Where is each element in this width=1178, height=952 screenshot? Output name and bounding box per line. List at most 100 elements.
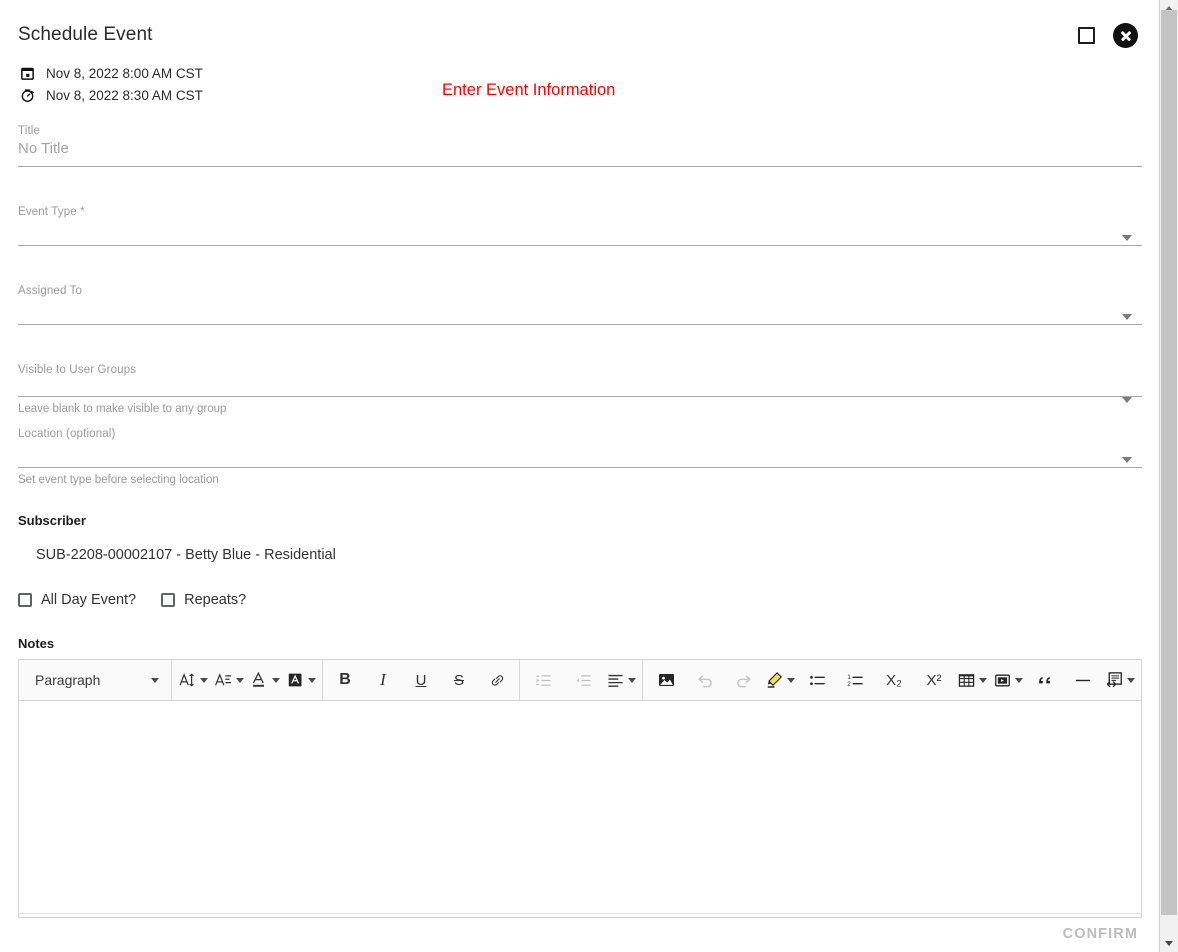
toolbar-divider: [171, 659, 172, 701]
event-datetime-block: Nov 8, 2022 8:00 AM CST Nov 8, 2022 8:30…: [18, 62, 203, 106]
italic-icon[interactable]: I: [364, 665, 402, 695]
chevron-down-icon[interactable]: [1122, 457, 1132, 463]
assigned-to-select[interactable]: [18, 298, 1142, 324]
visible-groups-helper: Leave blank to make visible to any group: [18, 403, 227, 415]
blockquote-icon[interactable]: [1026, 665, 1064, 695]
square-icon[interactable]: [1078, 27, 1095, 44]
chevron-down-icon: [151, 677, 159, 683]
subscript-icon[interactable]: X₂: [874, 665, 914, 695]
page-scrollbar[interactable]: [1159, 0, 1178, 952]
link-icon[interactable]: [478, 665, 516, 695]
bold-icon[interactable]: B: [326, 665, 364, 695]
svg-text:2: 2: [847, 681, 851, 687]
text-color-icon[interactable]: [247, 665, 283, 695]
visible-groups-select[interactable]: [18, 377, 1142, 396]
field-event-type-underline: [18, 245, 1142, 246]
chevron-down-icon: [1127, 677, 1135, 683]
chevron-down-icon: [308, 677, 316, 683]
field-location-label: Location (optional): [18, 428, 116, 440]
font-family-icon[interactable]: [211, 665, 247, 695]
notes-heading: Notes: [18, 636, 55, 651]
subscriber-value: SUB-2208-00002107 - Betty Blue - Residen…: [36, 547, 336, 563]
repeats-label: Repeats?: [184, 592, 247, 608]
field-assigned-to[interactable]: Assigned To: [18, 284, 1142, 325]
event-form: Title No Title Event Type * Assigned To …: [0, 118, 1160, 918]
footer-divider: [18, 913, 1142, 914]
align-icon[interactable]: [603, 665, 639, 695]
field-location[interactable]: Location (optional): [18, 427, 1142, 468]
schedule-event-dialog: Schedule Event Nov 8, 2022 8:00 AM CST N…: [0, 0, 1160, 952]
strikethrough-icon[interactable]: S: [440, 665, 478, 695]
indent-icon[interactable]: [523, 665, 563, 695]
paragraph-style-label: Paragraph: [35, 672, 101, 688]
chevron-down-icon: [787, 677, 795, 683]
paragraph-style-select[interactable]: Paragraph: [24, 665, 168, 695]
field-title-underline: [18, 166, 1142, 167]
calendar-icon: [18, 64, 36, 82]
chevron-down-icon: [628, 677, 636, 683]
chevron-down-icon: [200, 677, 208, 683]
header-actions: [1078, 23, 1138, 48]
outdent-icon[interactable]: [563, 665, 603, 695]
field-visible-groups[interactable]: Visible to User Groups: [18, 363, 1142, 403]
redo-icon[interactable]: [724, 665, 762, 695]
scrollbar-down-arrow[interactable]: [1160, 935, 1178, 952]
chevron-down-icon: [236, 677, 244, 683]
underline-icon[interactable]: U: [402, 665, 440, 695]
table-icon[interactable]: [954, 665, 990, 695]
notes-rich-text-editor: Paragraph B I U S 1 2 X₂ X²: [18, 659, 1142, 918]
background-color-icon[interactable]: [283, 665, 319, 695]
all-day-event-checkbox[interactable]: [18, 593, 32, 607]
numbered-list-icon[interactable]: 1 2: [836, 665, 874, 695]
editor-toolbar: Paragraph B I U S 1 2 X₂ X²: [19, 659, 1141, 701]
field-event-type[interactable]: Event Type *: [18, 205, 1142, 246]
dialog-header: Schedule Event: [0, 0, 1160, 58]
instruction-banner: Enter Event Information: [442, 81, 616, 99]
superscript-icon[interactable]: X²: [914, 665, 954, 695]
close-circle-icon[interactable]: [1113, 23, 1138, 48]
chevron-down-icon: [979, 677, 987, 683]
toolbar-divider: [519, 659, 520, 701]
highlighter-icon[interactable]: [762, 665, 798, 695]
subscript-glyph: X₂: [886, 671, 902, 689]
chevron-down-icon[interactable]: [1122, 397, 1132, 403]
confirm-button[interactable]: CONFIRM: [1063, 926, 1138, 942]
chevron-down-icon[interactable]: [1122, 314, 1132, 320]
undo-icon[interactable]: [686, 665, 724, 695]
superscript-glyph: X²: [926, 671, 942, 689]
event-end-text: Nov 8, 2022 8:30 AM CST: [46, 87, 203, 103]
title-input[interactable]: No Title: [18, 138, 1142, 160]
horizontal-rule-icon[interactable]: [1064, 665, 1102, 695]
event-start-row[interactable]: Nov 8, 2022 8:00 AM CST: [18, 62, 203, 84]
event-start-text: Nov 8, 2022 8:00 AM CST: [46, 65, 203, 81]
all-day-event-label: All Day Event?: [41, 592, 137, 608]
event-options-row: All Day Event? Repeats?: [18, 592, 1142, 608]
event-end-row[interactable]: Nov 8, 2022 8:30 AM CST: [18, 84, 203, 106]
font-size-icon[interactable]: [175, 665, 211, 695]
location-helper: Set event type before selecting location: [18, 474, 219, 486]
field-visible-groups-underline: [18, 396, 1142, 397]
chevron-down-icon: [1165, 941, 1173, 946]
scrollbar-thumb[interactable]: [1161, 10, 1177, 915]
bulleted-list-icon[interactable]: [798, 665, 836, 695]
field-title[interactable]: Title No Title: [18, 124, 1142, 167]
field-location-underline: [18, 467, 1142, 468]
media-icon[interactable]: [990, 665, 1026, 695]
repeats-checkbox[interactable]: [161, 593, 176, 607]
source-code-icon[interactable]: [1102, 665, 1138, 695]
chevron-down-icon: [272, 677, 280, 683]
toolbar-divider: [322, 659, 323, 701]
toolbar-divider: [642, 659, 643, 701]
notes-editor-body[interactable]: [19, 701, 1141, 917]
field-assigned-to-label: Assigned To: [18, 285, 83, 297]
field-title-label: Title: [18, 125, 41, 137]
image-icon[interactable]: [646, 665, 686, 695]
field-visible-groups-label: Visible to User Groups: [18, 364, 137, 376]
timer-icon: [18, 86, 36, 104]
location-select[interactable]: [18, 441, 1142, 467]
chevron-down-icon[interactable]: [1122, 235, 1132, 241]
subscriber-heading: Subscriber: [18, 513, 86, 528]
dialog-title: Schedule Event: [18, 24, 153, 45]
event-type-select[interactable]: [18, 219, 1142, 245]
svg-text:1: 1: [847, 674, 851, 680]
